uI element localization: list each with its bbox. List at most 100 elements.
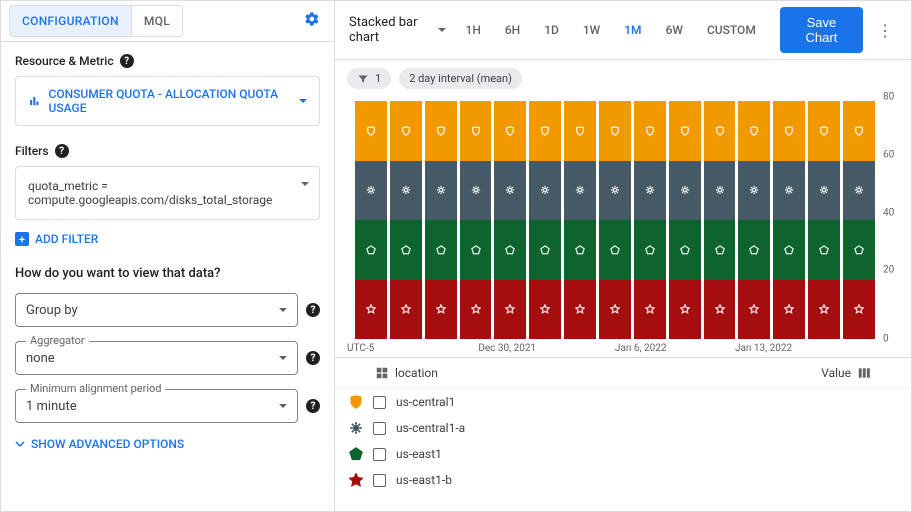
bar-column[interactable] bbox=[529, 101, 561, 339]
bar-segment-us-east1 bbox=[564, 220, 596, 280]
series-checkbox[interactable] bbox=[373, 396, 386, 409]
time-tab-1h[interactable]: 1H bbox=[456, 17, 491, 43]
tab-configuration[interactable]: CONFIGURATION bbox=[9, 5, 132, 37]
bar-segment-us-central1 bbox=[773, 101, 805, 161]
time-tab-6w[interactable]: 6W bbox=[656, 17, 693, 43]
aggregator-select[interactable]: Aggregator none bbox=[15, 341, 298, 375]
bar-segment-us-east1-b bbox=[494, 280, 526, 340]
bar-segment-us-central1-a bbox=[843, 161, 875, 221]
chevron-down-icon bbox=[279, 303, 287, 318]
bar-segment-us-central1 bbox=[425, 101, 457, 161]
group-by-value: Group by bbox=[26, 303, 78, 318]
time-tab-custom[interactable]: CUSTOM bbox=[697, 17, 766, 43]
series-swatch-icon bbox=[349, 421, 363, 435]
bar-column[interactable] bbox=[494, 101, 526, 339]
left-tabs: CONFIGURATION MQL bbox=[1, 1, 334, 42]
bar-segment-us-east1 bbox=[425, 220, 457, 280]
bar-segment-us-central1-a bbox=[704, 161, 736, 221]
bar-segment-us-central1-a bbox=[425, 161, 457, 221]
time-tab-1w[interactable]: 1W bbox=[573, 17, 610, 43]
bar-column[interactable] bbox=[390, 101, 422, 339]
bar-segment-us-east1 bbox=[669, 220, 701, 280]
y-axis: 806040200 bbox=[883, 97, 905, 339]
bar-segment-us-east1 bbox=[634, 220, 666, 280]
help-icon[interactable]: ? bbox=[55, 144, 69, 158]
tab-mql[interactable]: MQL bbox=[132, 5, 183, 37]
columns-icon[interactable] bbox=[857, 366, 871, 380]
bar-column[interactable] bbox=[425, 101, 457, 339]
bar-segment-us-east1-b bbox=[634, 280, 666, 340]
aggregator-value: none bbox=[26, 351, 55, 366]
legend-row[interactable]: us-east1 bbox=[335, 441, 911, 467]
bar-segment-us-east1-b bbox=[599, 280, 631, 340]
bar-segment-us-east1-b bbox=[843, 280, 875, 340]
bar-segment-us-central1 bbox=[808, 101, 840, 161]
bar-segment-us-east1 bbox=[704, 220, 736, 280]
bar-segment-us-central1-a bbox=[808, 161, 840, 221]
bar-segment-us-central1 bbox=[460, 101, 492, 161]
filter-item[interactable]: quota_metric = compute.googleapis.com/di… bbox=[15, 166, 320, 220]
help-icon[interactable]: ? bbox=[306, 303, 320, 317]
bar-segment-us-central1-a bbox=[564, 161, 596, 221]
bar-column[interactable] bbox=[564, 101, 596, 339]
series-checkbox[interactable] bbox=[373, 474, 386, 487]
help-icon[interactable]: ? bbox=[120, 54, 134, 68]
more-menu-icon[interactable]: ⋮ bbox=[869, 17, 901, 44]
bar-column[interactable] bbox=[808, 101, 840, 339]
metric-selector[interactable]: CONSUMER QUOTA - ALLOCATION QUOTA USAGE bbox=[15, 76, 320, 126]
help-icon[interactable]: ? bbox=[306, 351, 320, 365]
bar-column[interactable] bbox=[738, 101, 770, 339]
bar-segment-us-central1 bbox=[355, 101, 387, 161]
min-alignment-select[interactable]: Minimum alignment period 1 minute bbox=[15, 389, 298, 423]
chevron-down-icon bbox=[279, 351, 287, 366]
bar-segment-us-central1-a bbox=[390, 161, 422, 221]
breakdown-icon bbox=[375, 366, 389, 380]
series-checkbox[interactable] bbox=[373, 422, 386, 435]
chart-toolbar: Stacked bar chart 1H6H1D1W1M6WCUSTOM Sav… bbox=[335, 1, 911, 60]
bar-segment-us-central1-a bbox=[355, 161, 387, 221]
time-tab-1d[interactable]: 1D bbox=[534, 17, 569, 43]
chart-canvas: 806040200 UTC-5Dec 30, 2021Jan 6, 2022Ja… bbox=[335, 97, 911, 357]
bar-column[interactable] bbox=[843, 101, 875, 339]
legend-row[interactable]: us-central1 bbox=[335, 389, 911, 415]
filter-count-chip[interactable]: 1 bbox=[347, 68, 391, 89]
bar-column[interactable] bbox=[355, 101, 387, 339]
series-label: us-central1-a bbox=[396, 421, 465, 435]
bar-column[interactable] bbox=[669, 101, 701, 339]
chevron-down-icon bbox=[15, 439, 25, 449]
save-chart-button[interactable]: Save Chart bbox=[780, 7, 863, 53]
interval-chip[interactable]: 2 day interval (mean) bbox=[399, 68, 522, 89]
metric-label: CONSUMER QUOTA - ALLOCATION QUOTA USAGE bbox=[49, 87, 291, 115]
bar-segment-us-central1 bbox=[494, 101, 526, 161]
chevron-down-icon bbox=[438, 23, 446, 38]
bar-column[interactable] bbox=[460, 101, 492, 339]
aggregator-legend: Aggregator bbox=[26, 334, 89, 347]
series-swatch-icon bbox=[349, 447, 363, 461]
legend-row[interactable]: us-east1-b bbox=[335, 467, 911, 493]
gear-icon[interactable] bbox=[298, 5, 326, 37]
series-swatch-icon bbox=[349, 473, 363, 487]
bar-column[interactable] bbox=[599, 101, 631, 339]
show-advanced-button[interactable]: SHOW ADVANCED OPTIONS bbox=[15, 437, 320, 451]
series-swatch-icon bbox=[349, 395, 363, 409]
bar-column[interactable] bbox=[704, 101, 736, 339]
series-checkbox[interactable] bbox=[373, 448, 386, 461]
bar-column[interactable] bbox=[634, 101, 666, 339]
legend-row[interactable]: us-central1-a bbox=[335, 415, 911, 441]
add-filter-button[interactable]: + ADD FILTER bbox=[15, 232, 320, 246]
bar-column[interactable] bbox=[773, 101, 805, 339]
time-tab-1m[interactable]: 1M bbox=[614, 17, 651, 43]
bar-segment-us-east1-b bbox=[773, 280, 805, 340]
bar-segment-us-central1-a bbox=[494, 161, 526, 221]
series-label: us-east1 bbox=[396, 447, 442, 461]
bar-segment-us-east1 bbox=[494, 220, 526, 280]
bar-segment-us-east1-b bbox=[460, 280, 492, 340]
help-icon[interactable]: ? bbox=[306, 399, 320, 413]
time-tab-6h[interactable]: 6H bbox=[495, 17, 530, 43]
bar-segment-us-east1-b bbox=[669, 280, 701, 340]
view-question: How do you want to view that data? bbox=[15, 266, 320, 281]
group-by-select[interactable]: Group by bbox=[15, 293, 298, 327]
chart-type-select[interactable]: Stacked bar chart bbox=[345, 11, 450, 49]
series-label: us-central1 bbox=[396, 395, 455, 409]
bar-segment-us-central1 bbox=[843, 101, 875, 161]
